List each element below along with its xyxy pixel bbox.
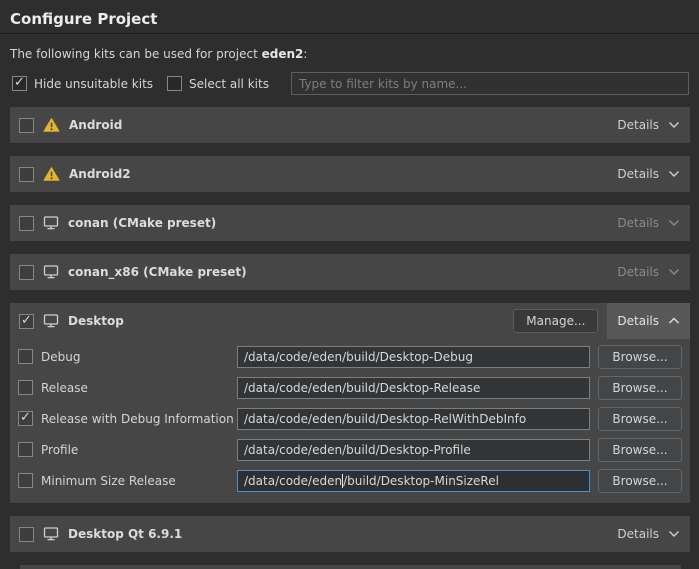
browse-button[interactable]: Browse... [598,376,682,400]
build-config-checkbox[interactable] [18,442,33,457]
details-toggle[interactable]: Details [607,516,690,552]
kit-checkbox[interactable] [19,265,34,280]
kit-name: Android2 [69,167,131,181]
kit-row-desktop[interactable]: Desktop Manage... Details [10,303,690,339]
page-header: Configure Project [0,0,699,34]
details-toggle[interactable]: Details [607,303,690,339]
select-all-checkbox[interactable] [167,76,182,91]
kit-row-android[interactable]: Android Details [10,107,690,143]
build-dir-input[interactable] [237,346,590,368]
kit-row-conan[interactable]: conan (CMake preset) Details [10,205,690,241]
build-config-label: Minimum Size Release [41,474,237,488]
details-toggle[interactable]: Details [607,107,690,143]
build-config-row-profile: Profile Browse... [10,434,690,465]
intro-prefix: The following kits can be used for proje… [10,47,262,61]
kit-row-android2[interactable]: Android2 Details [10,156,690,192]
build-config-label: Release with Debug Information [41,412,237,426]
filter-controls: Hide unsuitable kits Select all kits [12,72,689,95]
details-label: Details [617,527,659,541]
build-config-checkbox[interactable] [18,349,33,364]
path-text-after-caret: /build/Desktop-MinSizeRel [343,474,499,488]
build-config-row-relwithdebinfo: Release with Debug Information Browse... [10,403,690,434]
chevron-down-icon [668,530,680,538]
kit-checkbox[interactable] [19,118,34,133]
kit-filter-input[interactable] [291,72,689,95]
project-name: eden2 [262,47,304,61]
details-toggle: Details [607,205,690,241]
select-all-label[interactable]: Select all kits [189,77,269,91]
chevron-down-icon [668,268,680,276]
browse-button[interactable]: Browse... [598,345,682,369]
details-label: Details [617,118,659,132]
kit-name: Desktop Qt 6.9.1 [68,527,182,541]
details-label: Details [617,265,659,279]
details-label: Details [617,216,659,230]
manage-kits-button[interactable]: Manage... [513,309,598,333]
desktop-icon [43,264,59,280]
details-label: Details [617,314,659,328]
build-config-label: Release [41,381,237,395]
build-config-row-release: Release Browse... [10,372,690,403]
kit-checkbox[interactable] [19,216,34,231]
next-kit-row-partial [20,565,681,569]
select-all-kits-checkbox-group[interactable]: Select all kits [167,76,269,91]
chevron-down-icon [668,170,680,178]
kit-filter-wrap [291,72,689,95]
build-config-row-minsizerel: Minimum Size Release /data/code/eden /bu… [10,465,690,496]
intro-text: The following kits can be used for proje… [10,47,689,61]
intro-suffix: : [303,47,307,61]
browse-button[interactable]: Browse... [598,407,682,431]
chevron-down-icon [668,219,680,227]
kit-name: Desktop [68,314,124,328]
kit-checkbox[interactable] [19,527,34,542]
kit-name: conan (CMake preset) [68,216,216,230]
build-config-label: Profile [41,443,237,457]
hide-unsuitable-checkbox[interactable] [12,76,27,91]
kit-row-desktop-qt-691[interactable]: Desktop Qt 6.9.1 Details [10,516,690,552]
kit-list: Android Details Android2 D [10,107,690,569]
details-toggle: Details [607,254,690,290]
kit-checkbox[interactable] [19,314,34,329]
chevron-up-icon [668,317,680,325]
build-config-checkbox[interactable] [18,473,33,488]
browse-button[interactable]: Browse... [598,438,682,462]
build-dir-input-focused[interactable]: /data/code/eden /build/Desktop-MinSizeRe… [237,470,590,492]
desktop-icon [43,526,59,542]
build-config-checkbox[interactable] [18,380,33,395]
page-title: Configure Project [10,10,689,28]
details-label: Details [617,167,659,181]
desktop-icon [43,215,59,231]
build-config-checkbox[interactable] [18,411,33,426]
build-dir-input[interactable] [237,439,590,461]
build-dir-input[interactable] [237,408,590,430]
build-dir-input[interactable] [237,377,590,399]
path-text-before-caret: /data/code/eden [244,474,342,488]
kit-name: conan_x86 (CMake preset) [68,265,247,279]
chevron-down-icon [668,121,680,129]
browse-button[interactable]: Browse... [598,469,682,493]
kit-row-conan-x86[interactable]: conan_x86 (CMake preset) Details [10,254,690,290]
hide-unsuitable-kits-checkbox-group[interactable]: Hide unsuitable kits [12,76,153,91]
desktop-icon [43,313,59,329]
kit-checkbox[interactable] [19,167,34,182]
details-toggle[interactable]: Details [607,156,690,192]
build-config-label: Debug [41,350,237,364]
warning-icon [43,166,60,182]
build-config-row-debug: Debug Browse... [10,341,690,372]
kit-name: Android [69,118,122,132]
configure-project-page: Configure Project The following kits can… [0,0,699,562]
warning-icon [43,117,60,133]
hide-unsuitable-label[interactable]: Hide unsuitable kits [34,77,153,91]
kit-section-desktop: Desktop Manage... Details Debug Browse..… [10,303,690,503]
